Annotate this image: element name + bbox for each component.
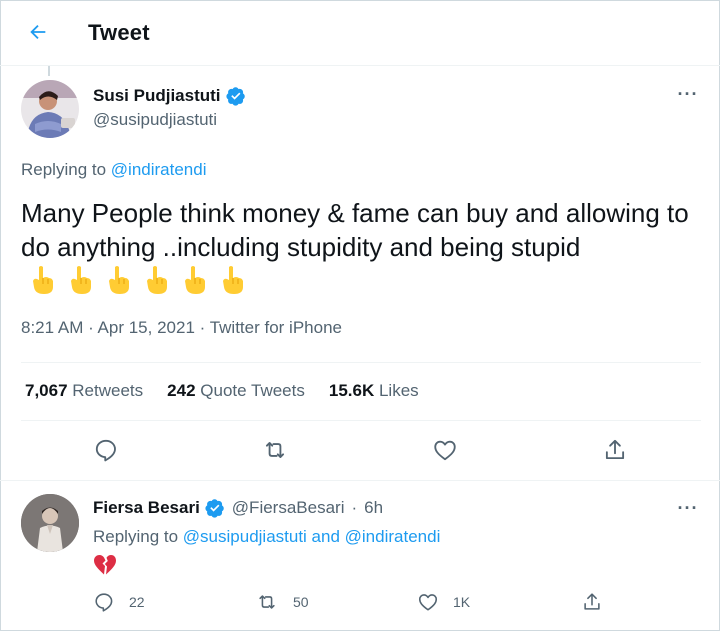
- quote-tweets-stat[interactable]: 242 Quote Tweets: [167, 381, 305, 401]
- more-icon: ···: [677, 84, 699, 104]
- verified-badge-icon: [205, 499, 224, 518]
- reply-actions: 22 50 1K: [0, 588, 720, 616]
- quotes-label: Quote Tweets: [200, 381, 305, 400]
- broken-heart-icon: [94, 555, 116, 575]
- author-avatar[interactable]: [21, 80, 79, 138]
- thread-line: [48, 66, 50, 76]
- tweet-actions: [0, 430, 720, 470]
- tweet-meta[interactable]: 8:21 AM · Apr 15, 2021 · Twitter for iPh…: [21, 318, 342, 338]
- like-button[interactable]: [425, 430, 465, 470]
- retweet-icon: [259, 595, 275, 609]
- reply-count: 22: [129, 594, 145, 610]
- back-arrow-icon: [30, 24, 46, 40]
- share-button[interactable]: [595, 430, 635, 470]
- heart-icon: [418, 594, 438, 611]
- reply-icon: [95, 439, 116, 462]
- replying-to-link[interactable]: @susipudjiastuti and @indiratendi: [183, 527, 441, 546]
- reply-replying-to: Replying to @susipudjiastuti and @indira…: [93, 527, 440, 547]
- likes-stat[interactable]: 15.6K Likes: [329, 381, 419, 401]
- tweet-text: Many People think money & fame can buy a…: [21, 196, 701, 298]
- reply-header: Fiersa Besari @FiersaBesari · 6h: [93, 498, 383, 518]
- retweet-icon: [265, 442, 285, 458]
- reply-author-avatar[interactable]: [21, 494, 79, 552]
- reply-dot: ·: [351, 498, 358, 517]
- reply-share-button[interactable]: [581, 588, 603, 616]
- avatar-image: [21, 494, 79, 552]
- author-name[interactable]: Susi Pudjiastuti: [93, 86, 246, 106]
- divider: [21, 362, 701, 363]
- retweets-count: 7,067: [25, 381, 68, 400]
- more-icon: ···: [677, 498, 699, 518]
- page-header: Tweet: [0, 0, 720, 66]
- reply-icon: [95, 593, 113, 612]
- reply-more-options-button[interactable]: ···: [672, 498, 704, 518]
- pointing-up-hand-icon: [223, 266, 243, 295]
- likes-label: Likes: [378, 381, 419, 400]
- replying-to-link[interactable]: @indiratendi: [111, 160, 207, 179]
- replying-prefix: Replying to: [21, 160, 107, 179]
- pointing-up-hand-icon: [147, 266, 167, 295]
- tweet-body: Many People think money & fame can buy a…: [21, 198, 689, 262]
- pointing-up-hand-icon: [109, 266, 129, 295]
- replying-to: Replying to @indiratendi: [21, 160, 207, 180]
- page-title: Tweet: [88, 20, 150, 45]
- reply-retweet-button[interactable]: 50: [255, 588, 309, 616]
- reply-button[interactable]: [86, 430, 126, 470]
- retweets-label: Retweets: [72, 381, 144, 400]
- retweets-stat[interactable]: 7,067 Retweets: [25, 381, 143, 401]
- divider: [21, 420, 701, 421]
- likes-count: 15.6K: [328, 381, 375, 400]
- tweet-stats: 7,067 Retweets 242 Quote Tweets 15.6K Li…: [25, 381, 419, 401]
- reply-author-name[interactable]: Fiersa Besari: [93, 498, 200, 518]
- retweet-count: 50: [293, 594, 309, 610]
- retweet-button[interactable]: [255, 430, 295, 470]
- divider: [0, 480, 720, 481]
- verified-badge-icon: [225, 87, 245, 106]
- reply-author-handle[interactable]: @FiersaBesari: [232, 498, 345, 518]
- reply-body: [93, 554, 117, 576]
- more-options-button[interactable]: ···: [672, 84, 704, 104]
- author-handle[interactable]: @susipudjiastuti: [93, 110, 217, 130]
- quotes-count: 242: [167, 381, 196, 400]
- reply-reply-button[interactable]: 22: [93, 588, 145, 616]
- reply-time[interactable]: 6h: [364, 498, 383, 518]
- pointing-up-hand-icon: [185, 266, 205, 295]
- reply-like-button[interactable]: 1K: [417, 588, 470, 616]
- share-icon: [584, 593, 600, 610]
- share-icon: [605, 439, 625, 460]
- heart-icon: [434, 440, 456, 461]
- pointing-up-hand-icon: [71, 266, 91, 295]
- emoji-row: [29, 265, 245, 295]
- back-button[interactable]: [22, 16, 54, 48]
- author-name-text: Susi Pudjiastuti: [93, 86, 221, 105]
- replying-prefix: Replying to: [93, 527, 179, 546]
- pointing-up-hand-icon: [33, 266, 53, 295]
- like-count: 1K: [453, 594, 471, 610]
- avatar-image: [21, 80, 79, 138]
